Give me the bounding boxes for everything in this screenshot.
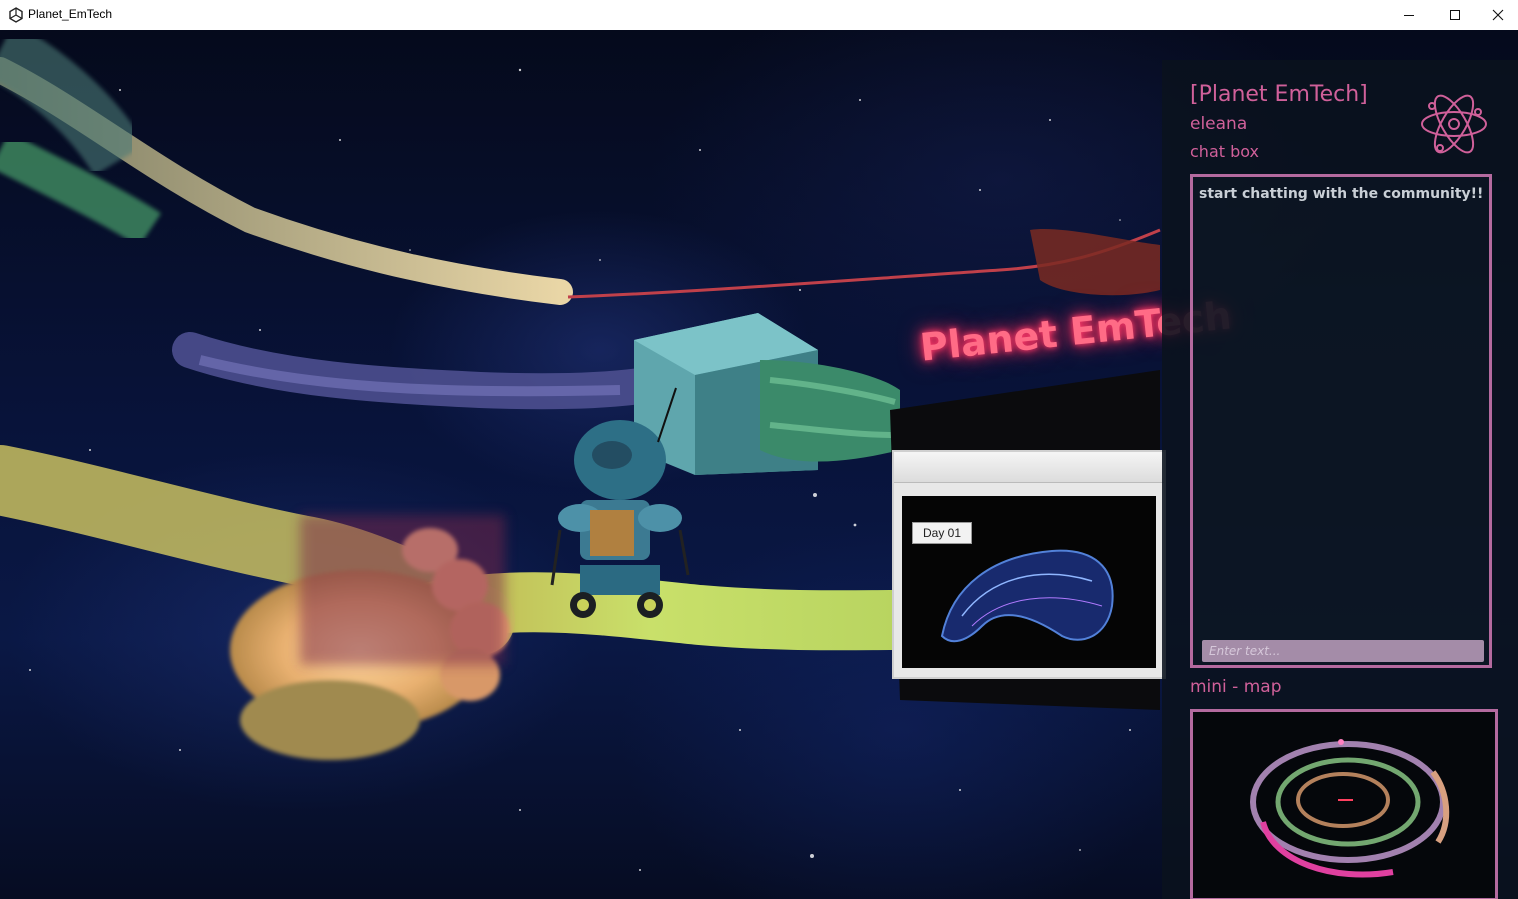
- chat-message: start chatting with the community!!: [1199, 186, 1484, 202]
- hud-panel: [Planet EmTech] eleana chat box start ch…: [1162, 60, 1518, 899]
- presentation-screen: Day 01: [892, 450, 1166, 679]
- chat-box: start chatting with the community!!: [1190, 174, 1492, 668]
- minimap-render: [1250, 739, 1450, 878]
- hud-title: [Planet EmTech]: [1190, 82, 1368, 107]
- atom-icon: [1421, 94, 1487, 154]
- screen-toolbar: [894, 452, 1164, 483]
- chat-input[interactable]: [1202, 640, 1484, 662]
- minimize-button[interactable]: [1386, 0, 1432, 30]
- hud-username: eleana: [1190, 114, 1248, 134]
- unity-logo-icon: [9, 7, 23, 23]
- window-title: Planet_EmTech: [28, 7, 113, 21]
- minimap-label: mini - map: [1190, 677, 1282, 697]
- minimap[interactable]: [1190, 709, 1498, 899]
- chat-box-label: chat box: [1190, 142, 1260, 161]
- screen-day-label: Day 01: [912, 522, 973, 544]
- close-icon: [1492, 9, 1504, 21]
- close-button[interactable]: [1478, 0, 1518, 30]
- minimize-icon: [1404, 15, 1414, 16]
- game-viewport[interactable]: Planet EmTech Day 01 [Planet EmTech] ele…: [0, 30, 1518, 899]
- maximize-button[interactable]: [1432, 0, 1478, 30]
- maximize-icon: [1450, 10, 1460, 20]
- window-titlebar: Planet_EmTech: [0, 0, 1518, 30]
